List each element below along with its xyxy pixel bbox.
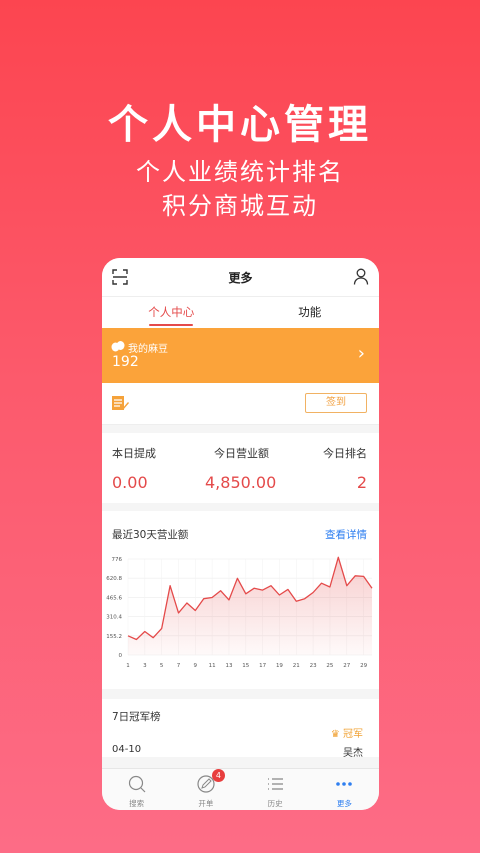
x-tick-label: 21 xyxy=(293,663,300,669)
phone-screen: 更多 个人中心 功能 我的麻豆 192 › 签到 本日提成 今日营业额 今日排名… xyxy=(102,258,379,810)
points-label: 我的麻豆 xyxy=(128,344,168,355)
tab-functions[interactable]: 功能 xyxy=(241,297,380,328)
y-tick-label: 310.4 xyxy=(106,615,122,621)
tab-bar: 个人中心 功能 xyxy=(102,296,379,328)
notes-icon xyxy=(112,396,129,410)
y-tick-label: 776 xyxy=(112,557,123,563)
x-tick-label: 1 xyxy=(126,663,130,669)
points-banner[interactable]: 我的麻豆 192 › xyxy=(102,328,379,383)
bottom-tab-bar: 搜索 4 开单 历史 更多 xyxy=(102,768,379,810)
x-tick-label: 7 xyxy=(177,663,181,669)
bottom-tab-search[interactable]: 搜索 xyxy=(102,769,171,810)
series-area xyxy=(128,557,372,655)
bottom-tab-more[interactable]: 更多 xyxy=(310,769,379,810)
chart-title: 最近30天营业额 xyxy=(112,529,189,541)
stat-value-revenue: 4,850.00 xyxy=(205,473,277,492)
nav-bar: 更多 xyxy=(102,258,379,296)
stat-value-commission: 0.00 xyxy=(112,473,148,492)
stat-label-rank: 今日排名 xyxy=(323,447,367,460)
more-icon xyxy=(336,782,353,786)
stat-value-rank: 2 xyxy=(356,473,367,492)
revenue-chart: 0155.2310.4465.6620.87761 3 5 7 9 11 13 15 17 19 2… xyxy=(106,556,373,669)
y-tick-label: 155.2 xyxy=(106,634,122,640)
chevron-right-icon: › xyxy=(357,343,365,364)
rank-title: 7日冠军榜 xyxy=(112,711,161,723)
crown-icon: ♛ xyxy=(330,729,340,740)
bottom-tab-history[interactable]: 历史 xyxy=(241,769,310,810)
stat-label-revenue: 今日营业额 xyxy=(214,447,269,460)
user-icon[interactable] xyxy=(353,268,369,285)
checkin-row: 签到 xyxy=(102,383,379,425)
view-details-link[interactable]: 查看详情 xyxy=(325,527,367,542)
page-title: 更多 xyxy=(228,270,253,285)
search-icon xyxy=(128,775,146,793)
x-tick-label: 3 xyxy=(143,663,147,669)
bottom-tab-label: 历史 xyxy=(267,799,283,808)
y-tick-label: 620.8 xyxy=(106,576,122,582)
y-tick-label: 0 xyxy=(119,653,123,659)
champion-rank-card: 7日冠军榜 ♛ 冠军 04-10 吴杰 xyxy=(102,699,379,759)
x-tick-label: 19 xyxy=(276,663,283,669)
checkin-button[interactable]: 签到 xyxy=(305,393,367,413)
bottom-tab-label: 开单 xyxy=(198,799,214,808)
stats-panel: 本日提成 今日营业额 今日排名 0.00 4,850.00 2 xyxy=(102,433,379,503)
x-tick-label: 17 xyxy=(259,663,266,669)
scan-icon[interactable] xyxy=(112,269,128,285)
y-tick-label: 465.6 xyxy=(106,595,122,601)
list-icon xyxy=(268,778,284,790)
rank-name: 吴杰 xyxy=(343,748,363,759)
x-tick-label: 5 xyxy=(160,663,164,669)
hero-subtitle-2: 积分商城互动 xyxy=(162,192,318,220)
x-tick-label: 27 xyxy=(343,663,350,669)
bottom-tab-order[interactable]: 4 开单 xyxy=(171,769,240,810)
x-tick-label: 15 xyxy=(242,663,249,669)
x-tick-label: 13 xyxy=(225,663,232,669)
hero-subtitle-1: 个人业绩统计排名 xyxy=(136,158,344,186)
champion-badge: ♛ 冠军 xyxy=(330,729,363,740)
order-count-badge: 4 xyxy=(211,769,225,782)
bottom-tab-label: 更多 xyxy=(336,799,352,808)
bean-icon xyxy=(111,341,125,352)
x-tick-label: 25 xyxy=(326,663,333,669)
bottom-tab-label: 搜索 xyxy=(129,799,145,808)
x-tick-label: 29 xyxy=(360,663,367,669)
x-tick-label: 23 xyxy=(310,663,317,669)
hero-title: 个人中心管理 xyxy=(108,102,372,148)
x-tick-label: 11 xyxy=(209,663,216,669)
tab-personal-center[interactable]: 个人中心 xyxy=(102,297,241,328)
rank-date: 04-10 xyxy=(112,744,142,755)
points-value: 192 xyxy=(112,354,139,370)
stat-label-commission: 本日提成 xyxy=(112,447,156,460)
revenue-chart-card: 最近30天营业额 查看详情 0 155.2 310.4 465.6 620.8 776 1 3… xyxy=(102,511,379,689)
x-tick-label: 9 xyxy=(194,663,198,669)
